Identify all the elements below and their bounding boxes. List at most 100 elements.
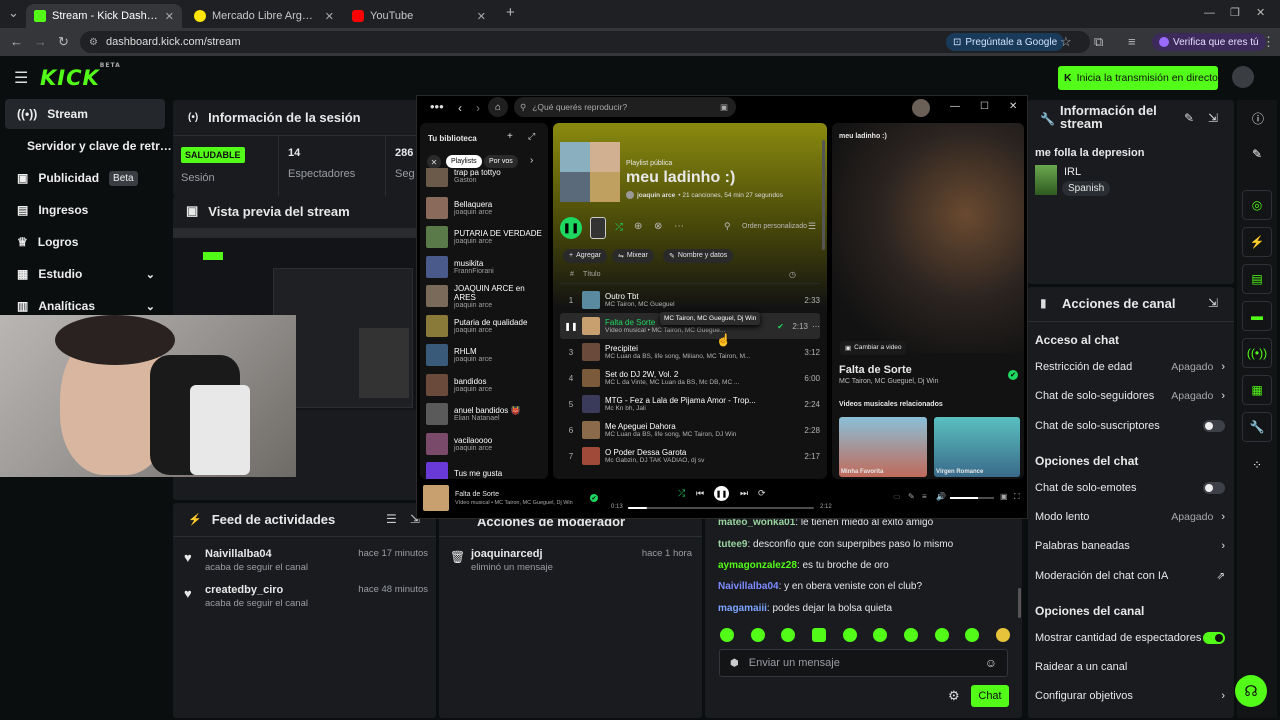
forward-icon[interactable]: → (34, 28, 47, 56)
more-icon[interactable]: ⋯ (674, 221, 684, 232)
pause-icon[interactable]: ❚❚ (560, 322, 582, 331)
spotify-avatar[interactable] (912, 99, 930, 117)
home-icon[interactable]: ⌂ (488, 97, 508, 117)
sidebar-item-server-key[interactable]: Servidor y clave de retransmisión (5, 131, 173, 161)
site-info-icon[interactable]: ⚙ (89, 37, 98, 48)
close-icon[interactable]: ✕ (477, 10, 486, 23)
emote-icon[interactable] (903, 628, 918, 642)
chat-input[interactable]: ⬢ Enviar un mensaje ☺ (719, 649, 1008, 677)
close-window-icon[interactable]: ✕ (1009, 101, 1017, 112)
tab-mercadolibre[interactable]: Mercado Libre Argentina - Envíos ✕ (186, 4, 342, 28)
new-tab-icon[interactable]: + (506, 0, 515, 26)
subs-only-toggle[interactable] (1203, 420, 1225, 432)
sidebar-item-publicity[interactable]: ▣ Publicidad Beta (5, 163, 165, 193)
browse-icon[interactable]: ▣ (720, 102, 728, 113)
edit-icon[interactable]: ✎ (1252, 147, 1262, 161)
chat-send-button[interactable]: Chat (971, 685, 1009, 707)
chat-user[interactable]: aymagonzalez28 (718, 560, 797, 571)
playlist-mini-cover[interactable] (590, 217, 606, 239)
shuffle-icon[interactable]: ⤮ (615, 222, 623, 233)
emote-icon[interactable] (873, 628, 888, 642)
close-icon[interactable]: ✕ (165, 10, 174, 23)
address-bar[interactable]: ⚙ dashboard.kick.com/stream (80, 31, 1090, 53)
saved-check-icon[interactable]: ✔ (1008, 370, 1018, 380)
start-stream-button[interactable]: K Inicia la transmisión en directo (1058, 66, 1218, 90)
emote-icon[interactable] (720, 628, 734, 642)
emote-icon[interactable] (965, 628, 980, 642)
maximize-icon[interactable]: ❐ (1230, 0, 1240, 26)
banned-words-row[interactable]: Palabras baneadas › (1035, 540, 1225, 552)
filter-for-you[interactable]: Por vos (484, 155, 518, 168)
bookmark-star-icon[interactable]: ☆ (1060, 28, 1072, 56)
feed-user[interactable]: createdby_ciro (205, 584, 283, 596)
list-item[interactable]: anuel bandidos 👹 Elian Natanael (426, 400, 548, 428)
table-row[interactable]: 5 MTG - Fez a Lala de Pijama Amor - Trop.… (560, 391, 820, 417)
filter-icon[interactable]: ☰ (386, 512, 397, 526)
sidebar-item-achievements[interactable]: ♕ Logros (5, 227, 165, 257)
minimize-icon[interactable]: — (1204, 0, 1215, 26)
support-button[interactable]: ☊ (1235, 675, 1267, 707)
emotes-only-toggle[interactable] (1203, 482, 1225, 494)
tab-list-icon[interactable]: ⌄ (8, 0, 19, 26)
list-item[interactable]: JOAQUIN ARCE en ARES joaquin arce (426, 282, 548, 310)
table-row[interactable]: 7 O Poder Dessa Garota Mc Gabzin, DJ TAK V… (560, 443, 820, 469)
play-pause-button[interactable]: ❚❚ (560, 217, 582, 239)
volume-icon[interactable]: 🔊 (936, 492, 946, 501)
table-row[interactable]: 1 Outro Tbt MC Tairon, MC Gueguel 2:33 (560, 287, 820, 313)
info-icon[interactable]: ⓘ (1252, 110, 1264, 127)
age-restriction-row[interactable]: Restricción de edad Apagado › (1035, 361, 1225, 373)
rail-wrench-icon[interactable]: 🔧 (1242, 412, 1272, 442)
chat-user[interactable]: magamaiii (718, 603, 767, 614)
volume-track[interactable] (950, 497, 994, 499)
previous-icon[interactable]: ⏮ (696, 488, 704, 499)
filter-playlists[interactable]: Playlists (446, 155, 482, 168)
emote-icon[interactable] (750, 628, 765, 642)
rail-chat-icon[interactable]: ▬ (1242, 301, 1272, 331)
player-title[interactable]: Falta de Sorte (455, 491, 499, 498)
rail-lightning-icon[interactable]: ⚡ (1242, 227, 1272, 257)
verify-button[interactable]: Verifica que eres tú (1152, 33, 1266, 51)
edit-icon[interactable]: ✎ (1184, 111, 1194, 125)
raid-row[interactable]: Raidear a un canal (1035, 661, 1225, 673)
close-window-icon[interactable]: ✕ (1256, 0, 1265, 26)
switch-to-video-button[interactable]: ▣ Cambiar a video (840, 341, 907, 355)
show-viewers-toggle[interactable] (1203, 632, 1225, 644)
now-playing-view-icon[interactable]: ▭ (893, 492, 901, 501)
sidebar-item-stream[interactable]: ((•)) Stream (5, 99, 165, 129)
reading-list-icon[interactable]: ≡ (1128, 28, 1136, 56)
table-row[interactable]: 4 Set do DJ 2W, Vol. 2 MC L da Vinte, MC L… (560, 365, 820, 391)
back-icon[interactable]: ‹ (458, 101, 462, 115)
table-row[interactable]: 3 Precipitei MC Luan da BS, life song, Mil… (560, 339, 820, 365)
emote-icon[interactable] (842, 628, 857, 642)
list-item[interactable]: trap pa tottyo Gaston (426, 168, 548, 190)
list-item[interactable]: PUTARIA DE VERDADE joaquin arce (426, 223, 548, 251)
goals-row[interactable]: Configurar objetivos › (1035, 690, 1225, 702)
list-item[interactable]: musikita FrannFiorani (426, 253, 548, 281)
list-item[interactable]: bandidos joaquin arce (426, 371, 548, 399)
menu-dots-icon[interactable]: ⋮ (1262, 28, 1275, 56)
list-item[interactable]: Putaria de qualidade joaquin arce (426, 312, 548, 340)
playlist-owner[interactable]: joaquin arce (637, 192, 675, 199)
extensions-icon[interactable]: ⧉ (1094, 28, 1103, 56)
add-user-icon[interactable]: ⊗ (654, 221, 662, 232)
sort-selector[interactable]: Orden personalizado (742, 223, 807, 230)
emote-icon[interactable] (995, 628, 1010, 642)
add-button[interactable]: + Agregar (563, 249, 607, 263)
mini-player-icon[interactable]: ▣ (1000, 492, 1008, 501)
saved-check-icon[interactable]: ✔ (590, 494, 598, 502)
emote-icon[interactable] (781, 628, 796, 642)
emoji-icon[interactable]: ☺ (985, 656, 997, 670)
more-icon[interactable]: ⋯ (812, 322, 820, 331)
close-filter-icon[interactable]: ✕ (427, 155, 441, 169)
spotify-menu-icon[interactable]: ••• (430, 99, 444, 114)
queue-icon[interactable]: ≡ (922, 492, 927, 501)
more-icon[interactable]: ⁘ (1252, 458, 1262, 472)
table-row[interactable]: 6 Me Apeguei Dahora MC Luan da BS, life so… (560, 417, 820, 443)
forward-icon[interactable]: › (476, 101, 480, 115)
chat-scrollbar[interactable] (1018, 588, 1021, 618)
chat-user[interactable]: tutee9 (718, 539, 747, 550)
chevron-right-icon[interactable]: › (530, 155, 533, 166)
minimize-icon[interactable]: — (950, 101, 960, 112)
player-pause-button[interactable]: ❚❚ (714, 486, 729, 501)
close-icon[interactable]: ✕ (325, 10, 334, 23)
